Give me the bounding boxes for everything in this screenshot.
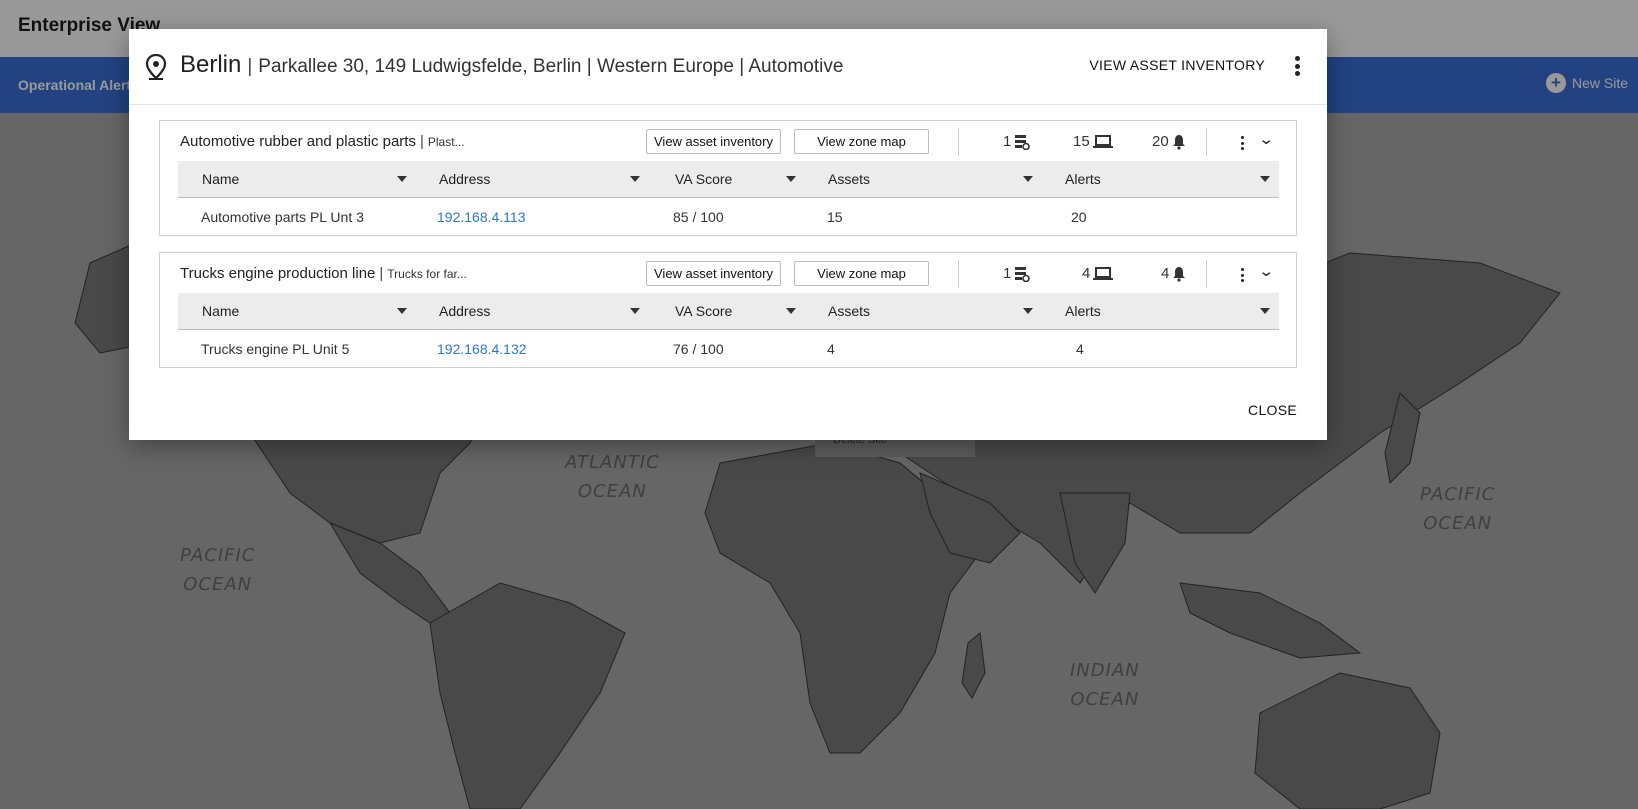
site-details-dialog: Berlin | Parkallee 30, 149 Ludwigsfelde,…: [129, 29, 1327, 440]
column-header-name: Name: [202, 303, 240, 319]
server-count: 1: [1003, 133, 1031, 150]
sort-dropdown-icon[interactable]: [630, 308, 640, 314]
divider: [1206, 128, 1207, 156]
laptop-icon: [1092, 134, 1113, 148]
zone-title: Trucks engine production line | Trucks f…: [180, 265, 467, 282]
bell-icon: [1172, 134, 1185, 150]
view-asset-inventory-button[interactable]: View asset inventory: [646, 129, 781, 154]
cell-assets: 4: [827, 341, 835, 357]
cell-va-score: 85 / 100: [673, 209, 724, 225]
table-row[interactable]: Automotive parts PL Unt 3 192.168.4.113 …: [178, 199, 1279, 235]
zone-name: Automotive rubber and plastic parts: [180, 133, 416, 150]
zone-separator: |: [379, 265, 384, 282]
alert-count-value: 20: [1152, 133, 1169, 150]
laptop-icon: [1093, 266, 1114, 280]
column-header-address: Address: [439, 171, 491, 187]
zone-panel: Automotive rubber and plastic parts | Pl…: [159, 120, 1297, 236]
cell-va-score: 76 / 100: [673, 341, 724, 357]
server-icon: [1015, 134, 1031, 150]
sort-dropdown-icon[interactable]: [630, 176, 640, 182]
sort-dropdown-icon[interactable]: [397, 176, 407, 182]
zone-title: Automotive rubber and plastic parts | Pl…: [180, 133, 465, 150]
column-header-va-score: VA Score: [675, 303, 733, 319]
more-options-icon[interactable]: [1289, 54, 1305, 78]
table-row[interactable]: Trucks engine PL Unit 5 192.168.4.132 76…: [178, 331, 1279, 367]
zone-description: Plast...: [427, 135, 465, 149]
server-icon: [1015, 266, 1031, 282]
column-header-alerts: Alerts: [1065, 171, 1101, 187]
zone-more-options-icon[interactable]: [1237, 135, 1247, 151]
divider: [958, 260, 959, 288]
cell-name: Trucks engine PL Unit 5: [201, 341, 350, 357]
site-separator: |: [247, 56, 253, 77]
dialog-header: Berlin | Parkallee 30, 149 Ludwigsfelde,…: [129, 29, 1327, 105]
alert-count: 20: [1152, 133, 1186, 150]
device-count-value: 15: [1073, 133, 1090, 150]
view-zone-map-button[interactable]: View zone map: [794, 129, 929, 154]
site-details: Parkallee 30, 149 Ludwigsfelde, Berlin |…: [258, 56, 844, 77]
sort-dropdown-icon[interactable]: [786, 176, 796, 182]
cell-assets: 15: [827, 209, 843, 225]
cell-address-link[interactable]: 192.168.4.113: [437, 209, 526, 225]
device-count: 15: [1073, 133, 1113, 150]
view-asset-inventory-button[interactable]: View asset inventory: [646, 261, 781, 286]
cell-name: Automotive parts PL Unt 3: [201, 209, 364, 225]
chevron-down-icon[interactable]: ⌄: [1258, 262, 1274, 280]
device-count: 4: [1082, 265, 1114, 282]
server-count-value: 1: [1003, 133, 1012, 150]
location-pin-icon: [145, 54, 167, 80]
view-zone-map-button[interactable]: View zone map: [794, 261, 929, 286]
sort-dropdown-icon[interactable]: [1023, 308, 1033, 314]
cell-alerts: 4: [1076, 341, 1084, 357]
device-count-value: 4: [1082, 265, 1091, 282]
column-header-va-score: VA Score: [675, 171, 733, 187]
sort-dropdown-icon[interactable]: [1260, 308, 1270, 314]
alert-count-value: 4: [1161, 265, 1170, 282]
zone-description: Trucks for far...: [387, 267, 467, 281]
table-header: Name Address VA Score Assets Alerts: [178, 161, 1279, 198]
sort-dropdown-icon[interactable]: [1260, 176, 1270, 182]
divider: [958, 128, 959, 156]
bell-icon: [1173, 266, 1186, 282]
zone-panel: Trucks engine production line | Trucks f…: [159, 252, 1297, 368]
zone-separator: |: [419, 133, 424, 150]
close-button[interactable]: CLOSE: [1248, 402, 1297, 418]
zone-name: Trucks engine production line: [180, 265, 376, 282]
column-header-address: Address: [439, 303, 491, 319]
chevron-down-icon[interactable]: ⌄: [1258, 130, 1274, 148]
column-header-assets: Assets: [828, 303, 871, 319]
alert-count: 4: [1161, 265, 1186, 282]
column-header-name: Name: [202, 171, 240, 187]
site-title-line: Berlin | Parkallee 30, 149 Ludwigsfelde,…: [180, 51, 843, 79]
server-count: 1: [1003, 265, 1031, 282]
sort-dropdown-icon[interactable]: [786, 308, 796, 314]
column-header-assets: Assets: [828, 171, 871, 187]
cell-alerts: 20: [1071, 209, 1087, 225]
sort-dropdown-icon[interactable]: [397, 308, 407, 314]
zone-more-options-icon[interactable]: [1237, 267, 1247, 283]
site-name: Berlin: [180, 51, 242, 78]
divider: [1206, 260, 1207, 288]
server-count-value: 1: [1003, 265, 1012, 282]
view-asset-inventory-button[interactable]: VIEW ASSET INVENTORY: [1089, 57, 1265, 73]
sort-dropdown-icon[interactable]: [1023, 176, 1033, 182]
cell-address-link[interactable]: 192.168.4.132: [437, 341, 527, 357]
column-header-alerts: Alerts: [1065, 303, 1101, 319]
table-header: Name Address VA Score Assets Alerts: [178, 293, 1279, 330]
